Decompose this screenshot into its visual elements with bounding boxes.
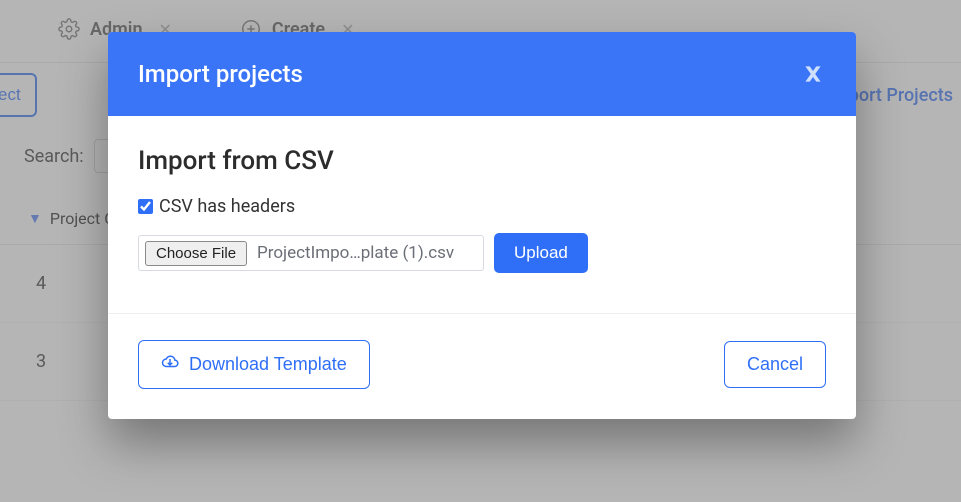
choose-file-button[interactable]: Choose File [145,241,247,266]
file-input[interactable]: Choose File ProjectImpo…plate (1).csv [138,235,484,271]
import-projects-modal: Import projects Import from CSV CSV has … [108,32,856,419]
cloud-download-icon [161,353,179,376]
file-upload-row: Choose File ProjectImpo…plate (1).csv Up… [138,233,826,273]
modal-body: Import from CSV CSV has headers Choose F… [108,116,856,313]
section-title: Import from CSV [138,146,826,176]
cancel-label: Cancel [747,354,803,375]
download-template-label: Download Template [189,354,347,375]
csv-headers-label: CSV has headers [159,196,295,217]
csv-headers-checkbox-row[interactable]: CSV has headers [138,196,826,217]
csv-headers-checkbox[interactable] [138,199,153,214]
upload-button[interactable]: Upload [494,233,588,273]
download-template-button[interactable]: Download Template [138,340,370,389]
cancel-button[interactable]: Cancel [724,341,826,388]
modal-footer: Download Template Cancel [108,313,856,419]
modal-title: Import projects [138,60,303,88]
modal-header: Import projects [108,32,856,116]
close-icon[interactable] [800,61,826,87]
selected-file-name: ProjectImpo…plate (1).csv [257,243,475,263]
